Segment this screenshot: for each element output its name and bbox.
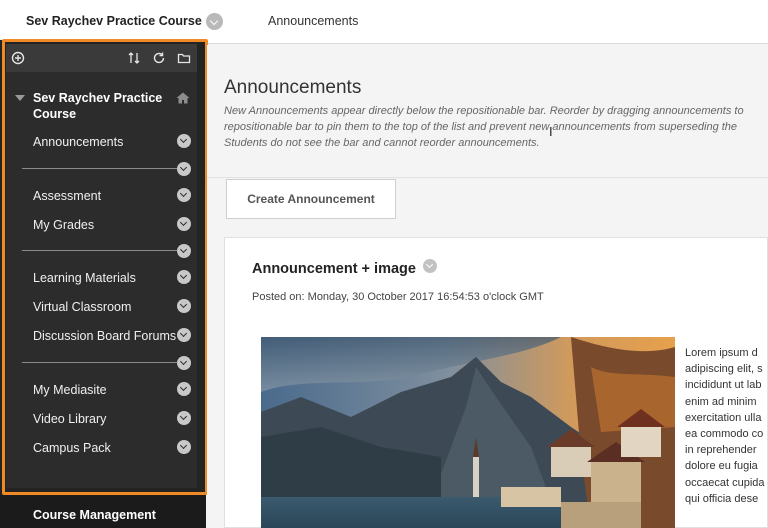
body-line: in reprehender [685,444,757,457]
chevron-down-icon[interactable] [177,299,191,313]
chevron-down-icon[interactable] [177,382,191,396]
chevron-down-icon[interactable] [423,259,437,273]
chevron-down-icon[interactable] [177,188,191,202]
body-line: exercitation ulla [685,411,762,424]
menu-divider [22,250,177,251]
body-line: dolore eu fugia [685,460,758,473]
sidebar-item-learning-materials[interactable]: Learning Materials [33,271,136,285]
chevron-down-icon[interactable] [177,244,191,258]
sidebar-item-campus-pack[interactable]: Campus Pack [33,441,111,455]
sidebar-item-assessment[interactable]: Assessment [33,189,101,203]
chevron-down-icon[interactable] [206,13,223,30]
chevron-down-icon[interactable] [177,328,191,342]
chevron-down-icon[interactable] [177,217,191,231]
sidebar-item-virtual-classroom[interactable]: Virtual Classroom [33,300,131,314]
create-announcement-button[interactable]: Create Announcement [226,179,396,219]
refresh-icon[interactable] [147,44,171,72]
description-line: repositionable bar to pin them to the to… [224,121,738,133]
reorder-icon[interactable] [122,44,146,72]
body-line: ea commodo co [685,428,764,441]
chevron-down-icon[interactable] [177,134,191,148]
chevron-down-icon[interactable] [177,162,191,176]
text-cursor-icon: I [549,124,553,139]
sidebar-item-discussion-board-forums[interactable]: Discussion Board Forums [33,329,176,343]
breadcrumb-course-link[interactable]: Sev Raychev Practice Course [26,14,202,28]
course-title[interactable]: Sev Raychev Practice Course [33,90,173,122]
course-management-heading[interactable]: Course Management [33,508,156,522]
chevron-down-icon[interactable] [177,270,191,284]
sidebar-item-video-library[interactable]: Video Library [33,412,106,426]
chevron-down-icon[interactable] [177,440,191,454]
chevron-down-icon[interactable] [177,411,191,425]
add-menu-item-icon[interactable] [6,44,30,72]
description-line: New Announcements appear directly below … [224,105,744,117]
description-line: Students do not see the bar and cannot r… [224,137,540,149]
body-line: adipiscing elit, s [685,363,763,376]
page-description: New Announcements appear directly below … [224,103,768,151]
home-icon[interactable] [176,91,190,104]
body-line: occaecat cupida [685,476,765,489]
body-line: enim ad minim [685,395,757,408]
body-line: qui officia dese [685,492,759,505]
chevron-down-icon[interactable] [177,356,191,370]
announcement-body: Lorem ipsum d adipiscing elit, s incidid… [685,345,768,507]
announcement-title: Announcement + image [252,261,416,277]
sidebar-item-my-mediasite[interactable]: My Mediasite [33,383,107,397]
collapse-triangle-icon[interactable] [15,95,25,101]
body-line: incididunt ut lab [685,379,762,392]
page-title: Announcements [224,77,362,98]
breadcrumb-current-page: Announcements [268,14,359,28]
menu-divider [22,168,177,169]
course-menu-toolbar [6,44,197,72]
menu-divider [22,362,177,363]
sidebar-item-announcements[interactable]: Announcements [33,135,123,149]
folder-view-icon[interactable] [172,44,196,72]
sidebar-item-my-grades[interactable]: My Grades [33,218,94,232]
announcement-posted-date: Posted on: Monday, 30 October 2017 16:54… [252,291,544,303]
announcement-image [261,337,675,528]
content-divider [207,177,768,178]
body-line: Lorem ipsum d [685,347,758,359]
